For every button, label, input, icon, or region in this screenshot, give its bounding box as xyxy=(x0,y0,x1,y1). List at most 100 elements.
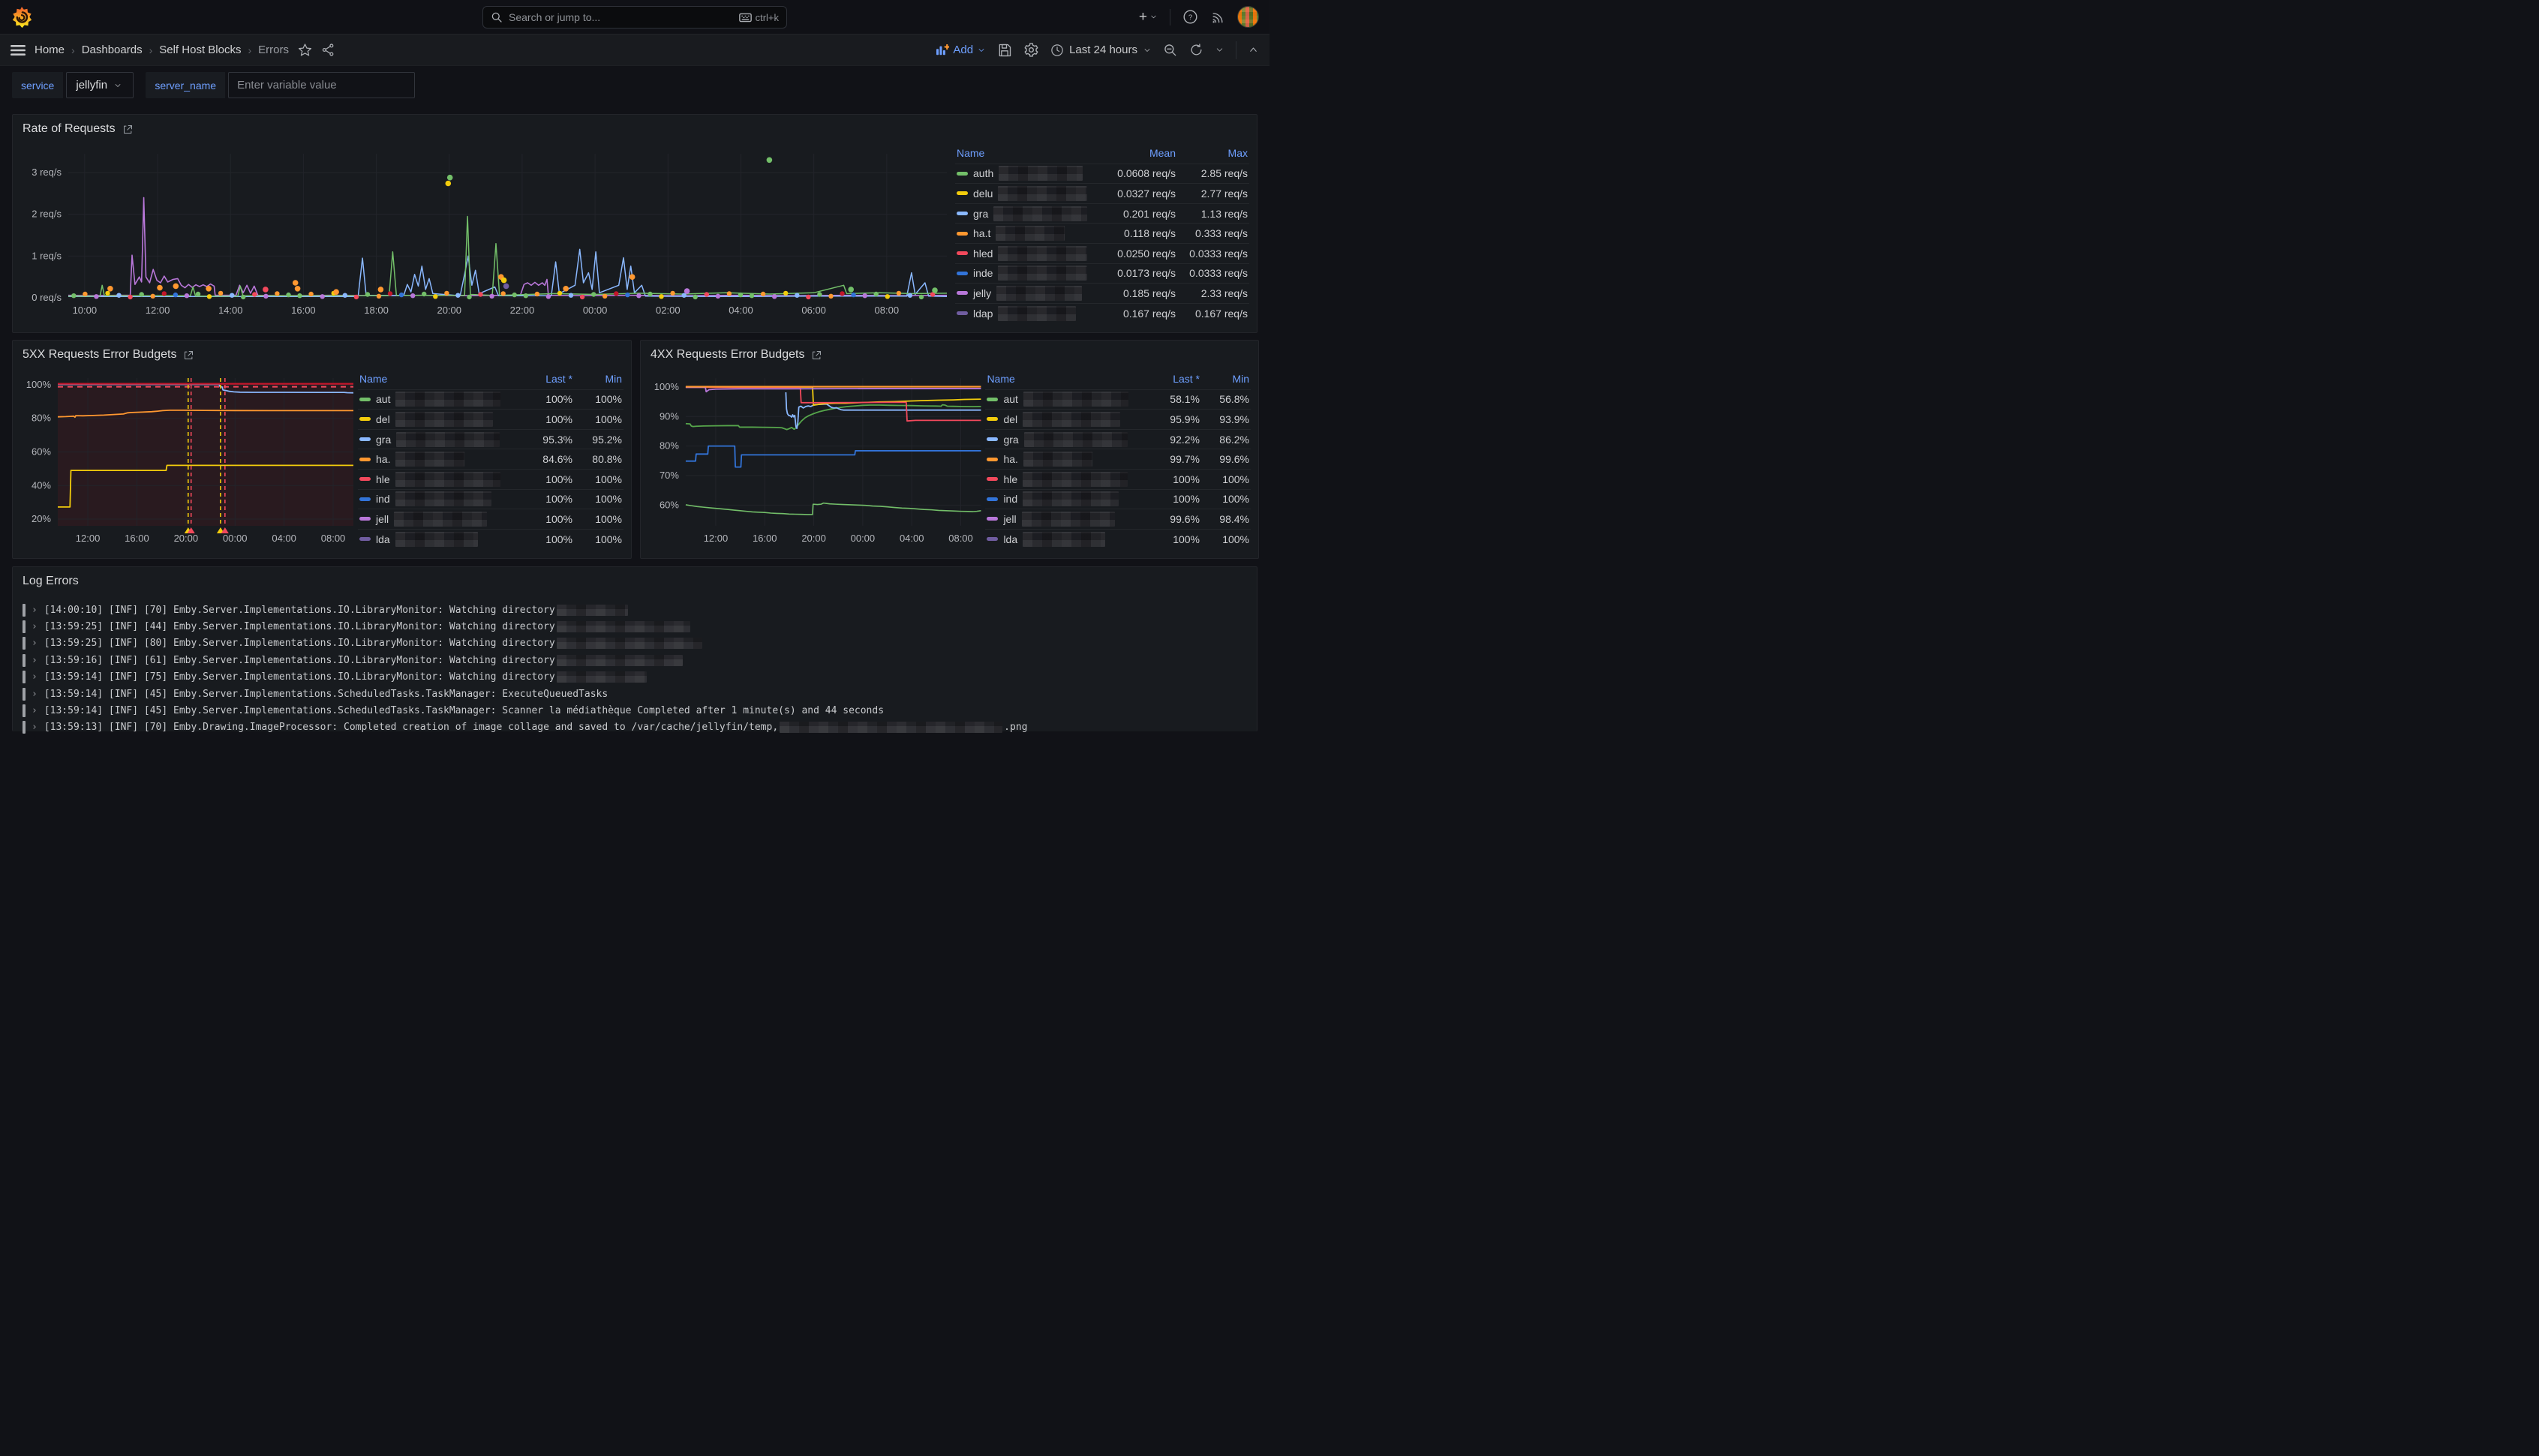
help-icon[interactable]: ? xyxy=(1182,9,1198,25)
legend-row[interactable]: delu0.0327 req/s2.77 req/s xyxy=(955,183,1249,203)
breadcrumb-item[interactable]: Self Host Blocks xyxy=(159,44,241,56)
legend-column-header[interactable]: Name xyxy=(957,147,1087,159)
collapse-caret-icon[interactable] xyxy=(1248,44,1259,56)
external-link-icon[interactable] xyxy=(183,350,194,361)
panel-title: Log Errors xyxy=(23,575,79,588)
legend-row[interactable]: gra92.2%86.2% xyxy=(985,429,1251,449)
expand-chevron-icon[interactable]: › xyxy=(32,605,38,616)
refresh-icon[interactable] xyxy=(1189,43,1203,57)
series-color-chip xyxy=(359,537,371,541)
legend-row[interactable]: jell100%100% xyxy=(358,509,623,529)
legend-column-header[interactable]: Max xyxy=(1176,147,1248,159)
legend-row[interactable]: ldap0.167 req/s0.167 req/s xyxy=(955,303,1249,323)
variables-row: service jellyfin server_name xyxy=(12,72,415,98)
expand-chevron-icon[interactable]: › xyxy=(32,671,38,683)
avatar[interactable] xyxy=(1237,6,1259,28)
svg-text:40%: 40% xyxy=(32,479,51,491)
legend-column-header[interactable]: Min xyxy=(572,373,622,385)
legend-row[interactable]: jelly0.185 req/s2.33 req/s xyxy=(955,283,1249,303)
service-value-dropdown[interactable]: jellyfin xyxy=(66,72,134,98)
legend-column-header[interactable]: Name xyxy=(987,373,1144,385)
legend-row[interactable]: gra95.3%95.2% xyxy=(358,429,623,449)
legend-row[interactable]: del95.9%93.9% xyxy=(985,409,1251,429)
redacted-text xyxy=(1023,472,1128,487)
breadcrumb-separator: › xyxy=(248,44,251,56)
expand-chevron-icon[interactable]: › xyxy=(32,689,38,700)
favorite-star-icon[interactable] xyxy=(298,43,312,57)
breadcrumb-item[interactable]: Home xyxy=(35,44,65,56)
news-rss-icon[interactable] xyxy=(1210,10,1225,25)
legend-row[interactable]: jell99.6%98.4% xyxy=(985,509,1251,529)
legend-value: 0.0327 req/s xyxy=(1087,188,1176,200)
legend-row[interactable]: hled0.0250 req/s0.0333 req/s xyxy=(955,243,1249,263)
series-color-chip xyxy=(957,251,968,255)
search-box[interactable]: ctrl+k xyxy=(482,6,787,29)
legend-row[interactable]: ind100%100% xyxy=(985,489,1251,509)
redacted-text xyxy=(999,166,1083,181)
server-name-input[interactable] xyxy=(228,72,415,98)
top-nav: ctrl+k + ? xyxy=(0,0,1270,34)
legend-column-header[interactable]: Mean xyxy=(1087,147,1176,159)
legend-row[interactable]: del 100%100% xyxy=(358,409,623,429)
legend-column-header[interactable]: Last * xyxy=(517,373,572,385)
log-level-bar xyxy=(23,688,26,701)
legend-row[interactable]: lda100%100% xyxy=(985,529,1251,549)
log-row: ›[13:59:25] [INF] [44] Emby.Server.Imple… xyxy=(23,618,1247,635)
search-input[interactable] xyxy=(509,11,733,23)
expand-chevron-icon[interactable]: › xyxy=(32,722,38,733)
breadcrumb-item[interactable]: Dashboards xyxy=(82,44,143,56)
log-level-bar xyxy=(23,721,26,734)
rate-of-requests-chart[interactable]: 10:0012:0014:0016:0018:0020:0022:0000:00… xyxy=(20,143,954,323)
external-link-icon[interactable] xyxy=(122,124,134,135)
new-button[interactable]: + xyxy=(1139,9,1158,26)
svg-text:10:00: 10:00 xyxy=(73,305,98,316)
legend-column-header[interactable]: Last * xyxy=(1144,373,1200,385)
legend-row[interactable]: hle100%100% xyxy=(358,469,623,489)
save-icon[interactable] xyxy=(997,43,1012,58)
legend-column-header[interactable]: Name xyxy=(359,373,517,385)
time-range-picker[interactable]: Last 24 hours xyxy=(1050,44,1152,57)
legend-value: 100% xyxy=(1144,533,1200,545)
legend-row[interactable]: lda100%100% xyxy=(358,529,623,549)
expand-chevron-icon[interactable]: › xyxy=(32,655,38,666)
series-name: inde xyxy=(973,267,993,279)
legend-row[interactable]: ind100%100% xyxy=(358,489,623,509)
legend-value: 100% xyxy=(517,413,572,425)
legend-row[interactable]: ha.t0.118 req/s0.333 req/s xyxy=(955,223,1249,243)
settings-gear-icon[interactable] xyxy=(1023,42,1039,58)
series-name: ha. xyxy=(376,453,390,465)
redacted-text xyxy=(996,286,1082,301)
share-icon[interactable] xyxy=(321,43,335,57)
4xx-error-budgets-chart[interactable]: 12:0016:0020:0000:0004:0008:0060%70%80%9… xyxy=(648,369,985,553)
series-color-chip xyxy=(987,517,998,521)
log-row: ›[13:59:14] [INF] [75] Emby.Server.Imple… xyxy=(23,669,1247,686)
5xx-error-budgets-chart[interactable]: 12:0016:0020:0000:0004:0008:0020%40%60%8… xyxy=(20,369,358,553)
add-button[interactable]: Add xyxy=(936,44,986,56)
legend-row[interactable]: ha.99.7%99.6% xyxy=(985,449,1251,469)
zoom-out-icon[interactable] xyxy=(1163,43,1178,58)
series-color-chip xyxy=(359,398,371,401)
external-link-icon[interactable] xyxy=(811,350,822,361)
legend-row[interactable]: aut58.1%56.8% xyxy=(985,389,1251,410)
expand-chevron-icon[interactable]: › xyxy=(32,638,38,649)
svg-text:20%: 20% xyxy=(32,513,51,524)
svg-text:80%: 80% xyxy=(32,413,51,424)
legend-column-header[interactable]: Min xyxy=(1200,373,1249,385)
legend-value: 100% xyxy=(572,413,622,425)
svg-text:00:00: 00:00 xyxy=(223,533,248,544)
legend-row[interactable]: ha.84.6%80.8% xyxy=(358,449,623,469)
legend-row[interactable]: gra0.201 req/s1.13 req/s xyxy=(955,203,1249,224)
legend-row[interactable]: auth0.0608 req/s2.85 req/s xyxy=(955,164,1249,184)
grafana-logo[interactable] xyxy=(11,6,33,29)
series-name: del xyxy=(376,413,390,425)
menu-icon[interactable] xyxy=(11,44,26,56)
refresh-interval-chevron[interactable] xyxy=(1215,45,1224,55)
legend-row[interactable]: hle100%100% xyxy=(985,469,1251,489)
legend-row[interactable]: aut100%100% xyxy=(358,389,623,410)
expand-chevron-icon[interactable]: › xyxy=(32,621,38,632)
legend-value: 100% xyxy=(572,393,622,405)
legend-row[interactable]: inde0.0173 req/s0.0333 req/s xyxy=(955,263,1249,284)
expand-chevron-icon[interactable]: › xyxy=(32,705,38,716)
series-name: lda xyxy=(1003,533,1017,545)
log-row: ›[13:59:14] [INF] [45] Emby.Server.Imple… xyxy=(23,686,1247,702)
